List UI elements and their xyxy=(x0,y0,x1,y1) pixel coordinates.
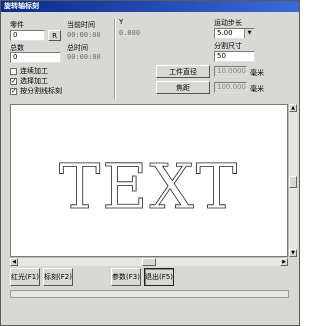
current-time-value: 00:00:00 xyxy=(67,31,101,39)
focus-button[interactable]: 焦距 xyxy=(156,81,210,94)
focus-unit: 毫米 xyxy=(250,85,264,93)
y-label: Y xyxy=(119,18,124,26)
diameter-field[interactable]: 10.000000 xyxy=(214,66,247,77)
focus-field[interactable]: 100.000000 xyxy=(214,82,247,93)
step-value: 5.00 xyxy=(217,29,233,37)
continuous-process-checkbox[interactable]: 连续加工 xyxy=(10,66,48,76)
split-line-mark-label: 按分割线标刻 xyxy=(20,87,62,95)
scroll-up-arrow-icon[interactable]: ▲ xyxy=(289,104,297,112)
checkbox-box: ✓ xyxy=(10,86,17,95)
select-process-checkbox[interactable]: ✓ 选择加工 xyxy=(10,76,48,86)
parts-field[interactable]: 0 xyxy=(10,30,45,41)
scroll-right-arrow-icon[interactable]: ▶ xyxy=(280,258,288,266)
split-line-mark-checkbox[interactable]: ✓ 按分割线标刻 xyxy=(10,86,62,96)
workpiece-diameter-button[interactable]: 工件直径 xyxy=(156,65,210,78)
preview-svg: TEXT xyxy=(59,150,239,224)
parts-label: 零件 xyxy=(10,21,24,29)
vertical-scrollbar[interactable]: ▲ ▼ xyxy=(288,104,297,257)
step-select[interactable]: 5.00 ▼ xyxy=(214,28,255,39)
split-size-label: 分割尺寸 xyxy=(214,42,242,50)
exit-button[interactable]: 退出(F5) xyxy=(144,268,174,286)
diameter-unit: 毫米 xyxy=(250,69,264,77)
preview-canvas[interactable]: TEXT xyxy=(10,104,288,257)
horizontal-scrollbar[interactable]: ◀ ▶ xyxy=(10,257,288,266)
vertical-scroll-thumb[interactable] xyxy=(289,176,297,188)
preview-text: TEXT xyxy=(59,150,239,223)
select-process-label: 选择加工 xyxy=(20,77,48,85)
checkbox-box xyxy=(10,67,17,75)
total-time-label: 总时间 xyxy=(67,44,88,52)
scroll-down-arrow-icon[interactable]: ▼ xyxy=(289,249,297,257)
total-field[interactable]: 0 xyxy=(10,52,61,63)
mark-button[interactable]: 标刻(F2) xyxy=(43,268,73,286)
continuous-process-label: 连续加工 xyxy=(20,67,48,75)
red-light-button[interactable]: 红光(F1) xyxy=(10,268,40,286)
scroll-left-arrow-icon[interactable]: ◀ xyxy=(10,258,18,266)
chevron-down-icon[interactable]: ▼ xyxy=(244,29,254,38)
window-title: 旋转轴标刻 xyxy=(1,1,299,12)
params-button[interactable]: 参数(F3) xyxy=(111,268,141,286)
reset-button[interactable]: R xyxy=(48,30,61,41)
split-size-field[interactable]: 50 xyxy=(214,51,255,62)
horizontal-scroll-thumb[interactable] xyxy=(142,258,156,266)
step-label: 运动步长 xyxy=(214,19,242,27)
status-bar xyxy=(10,290,289,298)
checkbox-box: ✓ xyxy=(10,76,17,85)
y-value: 0.000 xyxy=(119,29,141,37)
rotary-marking-window: 旋转轴标刻 零件 0 R 总数 0 当前时间 00:00:00 总时间 00:0… xyxy=(0,0,300,326)
panel-separator xyxy=(114,19,116,99)
total-time-value: 00:00:00 xyxy=(67,53,101,61)
current-time-label: 当前时间 xyxy=(67,21,95,29)
